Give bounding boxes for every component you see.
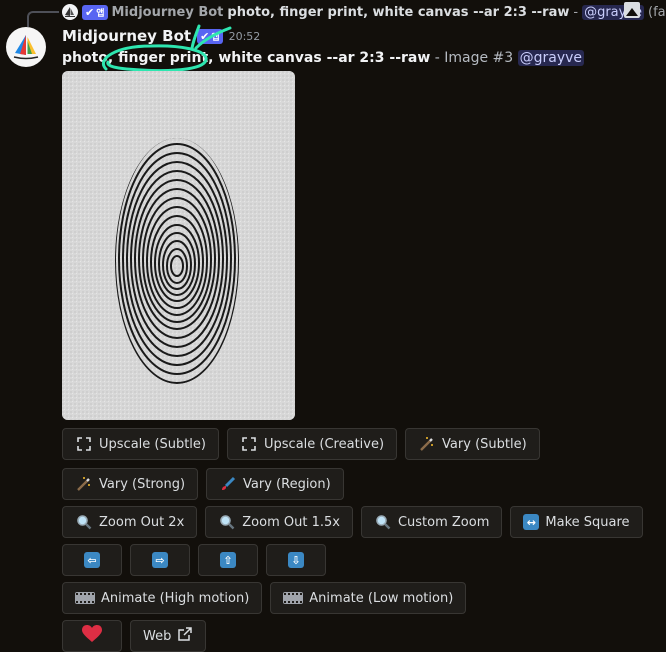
heart-icon <box>82 625 102 647</box>
upscale-subtle-button[interactable]: Upscale (Subtle) <box>62 428 219 460</box>
verified-check-icon: ✔ <box>200 29 210 43</box>
button-label: Vary (Subtle) <box>442 436 527 452</box>
pan-up-button[interactable]: ⇧ <box>198 544 258 576</box>
button-label: Animate (High motion) <box>101 590 250 606</box>
web-link-button[interactable]: Web <box>130 620 207 652</box>
image-attachment-icon <box>624 2 640 18</box>
upscale-creative-button[interactable]: Upscale (Creative) <box>227 428 398 460</box>
vary-subtle-button[interactable]: Vary (Subtle) <box>405 428 540 460</box>
button-row-extra: Web <box>62 620 207 652</box>
magic-wand-icon <box>418 435 436 453</box>
button-label: Vary (Strong) <box>99 476 186 492</box>
button-label: Custom Zoom <box>397 514 490 530</box>
timestamp[interactable]: 20:52 <box>229 30 261 43</box>
button-label: Upscale (Subtle) <box>99 436 206 452</box>
external-link-icon <box>177 626 193 646</box>
prompt-text: photo, finger print, white canvas --ar 2… <box>62 50 431 66</box>
custom-zoom-button[interactable]: Custom Zoom <box>360 506 503 538</box>
arrow-down-icon: ⇩ <box>288 552 304 568</box>
button-label: Zoom Out 1.5x <box>242 514 340 530</box>
verified-check-icon: ✔ <box>85 5 95 19</box>
expand-icon <box>75 435 93 453</box>
button-row-upscale: Upscale (Subtle) Upscale (Creative) Vary… <box>62 428 540 460</box>
reply-author[interactable]: Midjourney Bot <box>112 5 224 20</box>
animate-high-motion-button[interactable]: Animate (High motion) <box>62 582 263 614</box>
app-badge: ✔ 앱 <box>82 4 108 20</box>
arrow-up-icon: ⇧ <box>220 552 236 568</box>
app-badge-label: 앱 <box>96 8 105 19</box>
expand-icon <box>240 435 258 453</box>
author-name[interactable]: Midjourney Bot <box>62 27 191 45</box>
button-label: Upscale (Creative) <box>264 436 385 452</box>
zoom-out-2x-button[interactable]: Zoom Out 2x <box>62 506 198 538</box>
generated-image[interactable] <box>62 71 295 420</box>
magnifier-icon <box>374 513 392 531</box>
button-label: Animate (Low motion) <box>309 590 454 606</box>
magnifier-icon <box>75 513 93 531</box>
pan-left-button[interactable]: ⇦ <box>62 544 122 576</box>
pan-down-button[interactable]: ⇩ <box>266 544 326 576</box>
user-mention[interactable]: @grayve <box>517 50 585 66</box>
zoom-out-1-5x-button[interactable]: Zoom Out 1.5x <box>205 506 353 538</box>
reply-text: photo, finger print, white canvas --ar 2… <box>227 4 570 20</box>
make-square-button[interactable]: ↔ Make Square <box>510 506 643 538</box>
magnifier-icon <box>218 513 236 531</box>
button-label: Make Square <box>545 514 630 530</box>
message-header: Midjourney Bot ✔ 앱 20:52 <box>62 26 260 46</box>
reply-separator: - <box>573 4 579 20</box>
reply-trail: (fast,... <box>648 4 666 20</box>
button-label: Zoom Out 2x <box>99 514 185 530</box>
magic-wand-icon <box>75 475 93 493</box>
vary-region-button[interactable]: Vary (Region) <box>206 468 344 500</box>
arrow-left-icon: ⇦ <box>84 552 100 568</box>
button-row-zoom: Zoom Out 2x Zoom Out 1.5x Custom Zoom ↔ … <box>62 506 643 538</box>
reply-avatar <box>62 4 78 20</box>
button-row-animate: Animate (High motion) Animate (Low motio… <box>62 582 467 614</box>
image-meta: - Image #3 <box>430 50 518 66</box>
app-badge-label: 앱 <box>211 32 220 43</box>
film-icon <box>283 592 304 604</box>
app-badge: ✔ 앱 <box>197 28 223 44</box>
vary-strong-button[interactable]: Vary (Strong) <box>62 468 199 500</box>
favorite-button[interactable] <box>62 620 122 652</box>
film-icon <box>75 592 95 604</box>
pan-right-button[interactable]: ⇨ <box>130 544 190 576</box>
arrow-right-icon: ⇨ <box>152 552 168 568</box>
reply-preview[interactable]: ✔ 앱 Midjourney Bot photo, finger print, w… <box>62 2 666 22</box>
paintbrush-icon <box>219 475 237 493</box>
button-label: Vary (Region) <box>243 476 331 492</box>
message-content: photo, finger print, white canvas --ar 2… <box>62 48 585 68</box>
avatar[interactable] <box>6 27 46 67</box>
button-row-pan: ⇦ ⇨ ⇧ ⇩ <box>62 544 326 576</box>
button-label: Web <box>143 628 172 644</box>
left-right-arrow-icon: ↔ <box>523 514 540 530</box>
reply-connector <box>27 11 59 27</box>
animate-low-motion-button[interactable]: Animate (Low motion) <box>270 582 467 614</box>
button-row-vary: Vary (Strong) Vary (Region) <box>62 468 344 500</box>
